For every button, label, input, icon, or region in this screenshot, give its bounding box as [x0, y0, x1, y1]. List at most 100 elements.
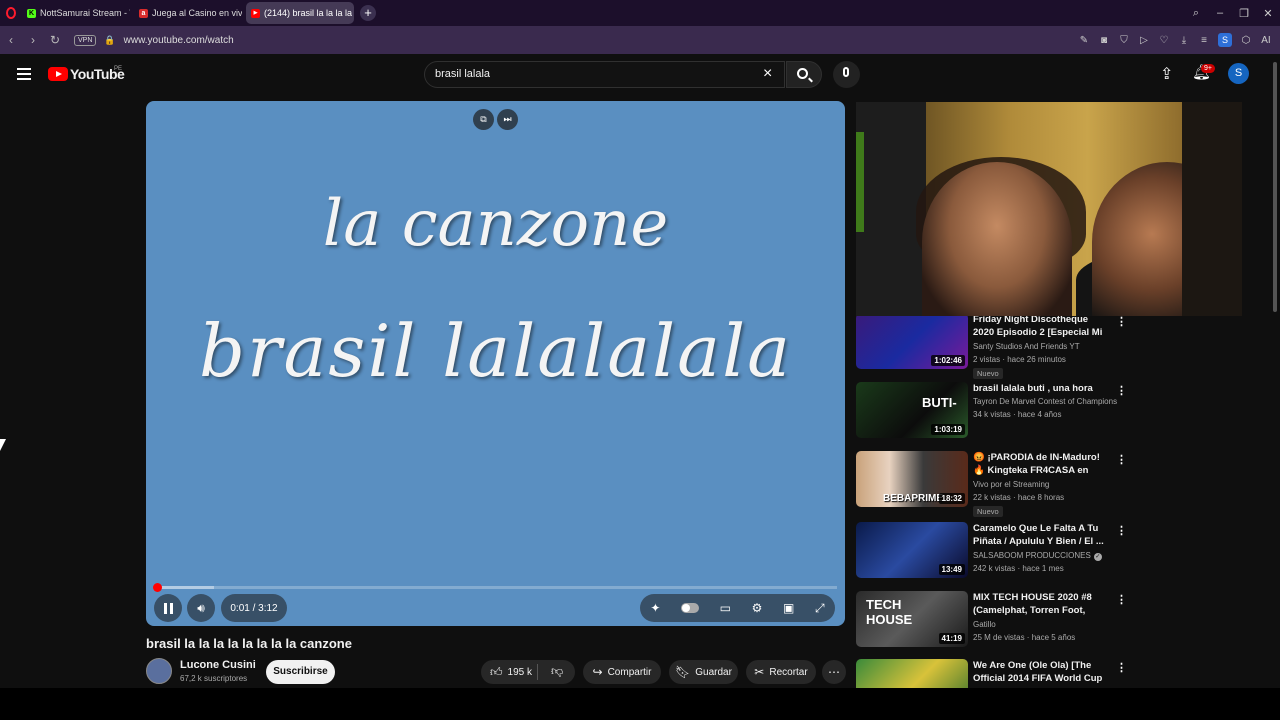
camera-icon[interactable]: ◙ — [1094, 35, 1114, 46]
video-thumbnail[interactable]: BUTI- 1:03:19 — [856, 382, 968, 438]
video-thumbnail[interactable] — [856, 659, 968, 688]
webcam-background-right — [1182, 102, 1242, 316]
new-badge: Nuevo — [973, 368, 1003, 379]
opera-logo-icon[interactable] — [0, 0, 22, 26]
browser-tab-2[interactable]: a Juega al Casino en vivo — [134, 2, 242, 24]
close-window-icon[interactable]: ✕ — [1256, 7, 1280, 20]
save-button[interactable]: 🔖︎ Guardar — [669, 660, 738, 684]
video-thumbnail[interactable]: BEBAPRIME 18:32 — [856, 451, 968, 507]
list-item[interactable]: 1:02:46 Friday Night Discotheque 2020 Ep… — [856, 313, 1266, 379]
rec-channel[interactable]: SALSABOOM PRODUCCIONES ✓ — [973, 551, 1102, 561]
browser-tab-3-active[interactable]: ▶ (2144) brasil la la la la la la — [246, 2, 354, 24]
list-item[interactable]: We Are One (Ole Ola) [The Official 2014 … — [856, 659, 1266, 688]
search-tabs-icon[interactable]: ⌕ — [1184, 7, 1208, 20]
menu-list-icon[interactable]: ≡ — [1194, 35, 1214, 46]
more-vert-icon[interactable]: ⋮ — [1116, 593, 1127, 606]
settings-gear-icon[interactable]: ⚙ — [752, 601, 763, 615]
video-player[interactable]: la canzone brasil lalalalala ⧉ ⏭ 🔊︎ 0:01… — [146, 101, 845, 626]
miniplayer-icon[interactable]: ⧉ — [473, 109, 494, 130]
progress-bar[interactable] — [153, 583, 837, 592]
subtitles-icon[interactable]: ▭ — [720, 601, 731, 615]
video-thumbnail[interactable]: 13:49 — [856, 522, 968, 578]
rec-title[interactable]: 😡 ¡PARODIA de IN-Maduro! 🔥 Kingteka FR4C… — [973, 451, 1105, 477]
channel-name[interactable]: Lucone Cusini — [180, 659, 256, 671]
lock-icon[interactable]: 🔒 — [104, 35, 115, 46]
list-item[interactable]: TECH HOUSE 41:19 MIX TECH HOUSE 2020 #8 … — [856, 591, 1266, 653]
play-icon[interactable]: ▷ — [1134, 35, 1154, 46]
list-item[interactable]: BUTI- 1:03:19 brasil lalala buti , una h… — [856, 382, 1266, 444]
extensions-icon[interactable]: ⬡ — [1236, 35, 1256, 46]
pause-button[interactable] — [154, 594, 182, 622]
minimize-icon[interactable]: – — [1208, 7, 1232, 19]
account-avatar[interactable]: S — [1228, 63, 1249, 84]
back-icon[interactable]: ‹ — [0, 33, 22, 47]
rec-title[interactable]: MIX TECH HOUSE 2020 #8 (Camelphat, Torre… — [973, 591, 1105, 617]
duration: 1:02:46 — [931, 355, 965, 366]
more-vert-icon[interactable]: ⋮ — [1116, 524, 1127, 537]
more-vert-icon[interactable]: ⋮ — [1116, 453, 1127, 466]
browser-toolbar-icons: ✎ ◙ ⛉ ▷ ♡ ⤓ ≡ S ⬡ AI — [1074, 26, 1276, 54]
more-actions-button[interactable]: ⋯ — [822, 660, 846, 684]
scissors-icon: ✂ — [754, 665, 765, 679]
sparkle-icon[interactable]: ✦ — [650, 601, 660, 615]
ai-icon[interactable]: AI — [1256, 35, 1276, 46]
list-item[interactable]: BEBAPRIME 18:32 😡 ¡PARODIA de IN-Maduro!… — [856, 451, 1266, 517]
search-input[interactable] — [435, 68, 735, 80]
duration: 41:19 — [938, 633, 965, 644]
download-icon[interactable]: ⤓ — [1174, 35, 1194, 46]
more-vert-icon[interactable]: ⋮ — [1116, 661, 1127, 674]
url-field[interactable]: www.youtube.com/watch — [124, 35, 234, 46]
country-code: PE — [114, 66, 123, 72]
volume-icon[interactable]: 🔊︎ — [187, 594, 215, 622]
scrubber-handle[interactable] — [153, 583, 163, 592]
rec-title[interactable]: brasil lalala buti , una hora — [973, 382, 1105, 395]
edit-icon[interactable]: ✎ — [1074, 35, 1094, 46]
voice-search-button[interactable] — [833, 61, 860, 88]
rec-channel[interactable]: Tayron De Marvel Contest of Champions — [973, 397, 1117, 406]
heart-icon[interactable]: ♡ — [1154, 35, 1174, 46]
subscribe-button[interactable]: Suscribirse — [266, 660, 335, 684]
browser-tab-1[interactable]: K NottSamurai Stream - Wa — [22, 2, 130, 24]
profile-icon[interactable]: S — [1218, 33, 1232, 47]
hamburger-menu-icon[interactable] — [17, 68, 31, 80]
youtube-logo[interactable]: YouTube — [48, 66, 125, 82]
autoplay-toggle[interactable] — [681, 603, 700, 613]
search-button[interactable] — [786, 61, 822, 88]
lyric-line-1: la canzone — [322, 187, 669, 261]
clear-search-icon[interactable]: × — [763, 65, 772, 83]
duration: 1:03:19 — [931, 424, 965, 435]
reload-icon[interactable]: ↻ — [44, 33, 66, 47]
list-item[interactable]: 13:49 Caramelo Que Le Falta A Tu Piñata … — [856, 522, 1266, 584]
rec-title[interactable]: Caramelo Que Le Falta A Tu Piñata / Apul… — [973, 522, 1105, 548]
shield-icon[interactable]: ⛉ — [1114, 35, 1134, 46]
channel-avatar[interactable] — [146, 658, 172, 684]
notification-badge: 9+ — [1201, 64, 1215, 73]
skip-icon[interactable]: ⏭ — [497, 109, 518, 130]
more-vert-icon[interactable]: ⋮ — [1116, 384, 1127, 397]
video-thumbnail[interactable]: 1:02:46 — [856, 313, 968, 369]
thumbs-down-icon[interactable]: 👎︎ — [551, 664, 563, 679]
new-tab-button[interactable]: + — [360, 5, 376, 21]
rec-title[interactable]: Friday Night Discotheque 2020 Episodio 2… — [973, 313, 1105, 339]
scrollbar-thumb[interactable] — [1273, 62, 1277, 312]
share-button[interactable]: ↪ Compartir — [583, 660, 661, 684]
forward-icon[interactable]: › — [22, 33, 44, 47]
like-button[interactable]: 👍︎ 195 k 👎︎ — [481, 660, 575, 684]
more-vert-icon[interactable]: ⋮ — [1116, 315, 1127, 328]
clip-button[interactable]: ✂ Recortar — [746, 660, 816, 684]
progress-loaded — [154, 586, 214, 589]
bookmark-icon: 🔖︎ — [675, 665, 691, 679]
theater-mode-icon[interactable]: ▣ — [783, 601, 794, 615]
time-display: 0:01 / 3:12 — [221, 594, 287, 622]
fullscreen-icon[interactable]: ⤢ — [815, 601, 825, 616]
rec-channel[interactable]: Vivo por el Streaming — [973, 480, 1049, 489]
rec-channel[interactable]: Santy Studios And Friends YT — [973, 342, 1080, 351]
bottom-letterbox — [0, 688, 1280, 720]
vpn-badge[interactable]: VPN — [74, 34, 97, 46]
page-scrollbar[interactable] — [1270, 54, 1280, 688]
rec-title[interactable]: We Are One (Ole Ola) [The Official 2014 … — [973, 659, 1105, 685]
upload-icon[interactable]: ⇪ — [1160, 64, 1173, 84]
maximize-icon[interactable]: ❐ — [1232, 7, 1256, 20]
video-thumbnail[interactable]: TECH HOUSE 41:19 — [856, 591, 968, 647]
rec-channel[interactable]: Gatillo — [973, 620, 996, 629]
